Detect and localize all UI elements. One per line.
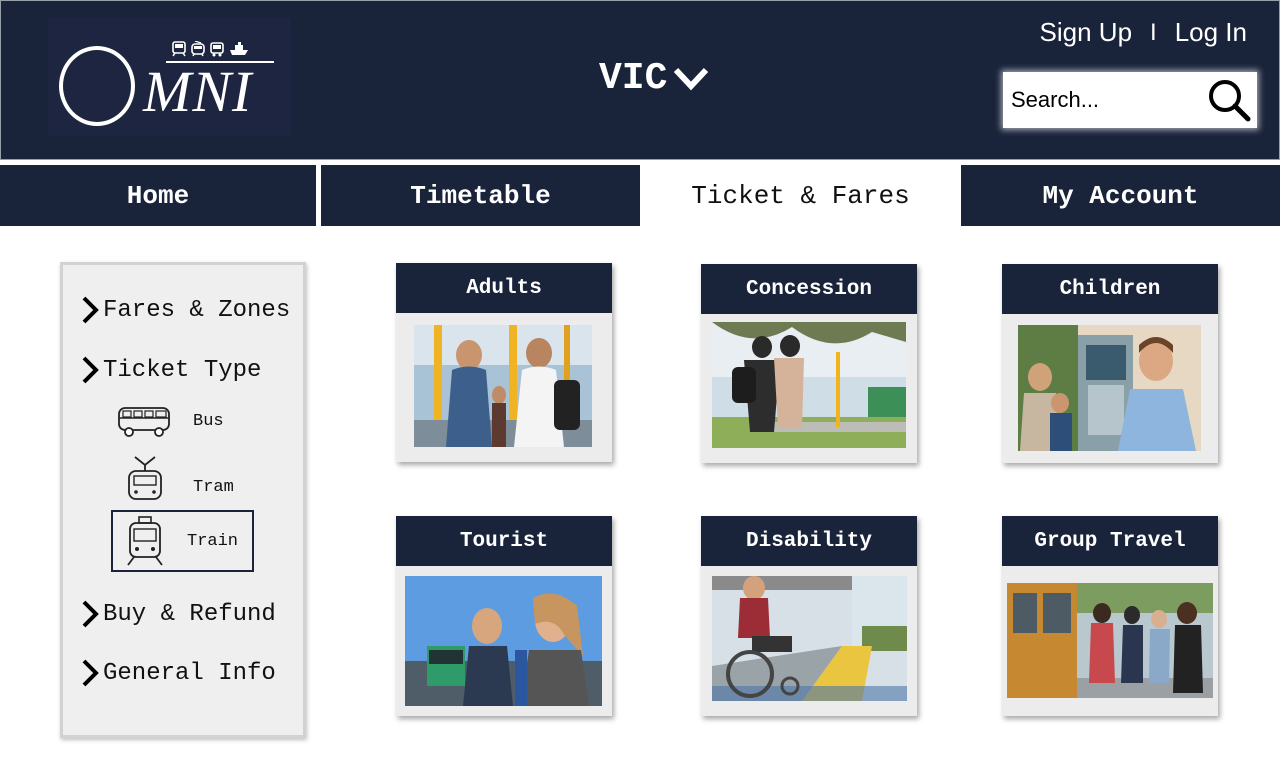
sidebar: Fares & Zones Ticket Type Bus Tram Train… (60, 262, 306, 738)
log-in-link[interactable]: Log In (1175, 17, 1247, 48)
chevron-right-icon (82, 296, 99, 324)
sidebar-item-general-info[interactable]: General Info (81, 658, 276, 688)
tourist-photo (405, 576, 602, 706)
fare-card-adults[interactable]: Adults (396, 263, 612, 462)
concession-photo (712, 322, 906, 448)
fare-card-group-travel[interactable]: Group Travel (1002, 516, 1218, 716)
train-icon (127, 516, 163, 566)
children-photo (1018, 325, 1201, 451)
main-nav: Home Timetable Ticket & Fares My Account (0, 165, 1280, 226)
bus-icon (118, 407, 170, 437)
adults-photo (414, 325, 592, 447)
sign-up-link[interactable]: Sign Up (1040, 17, 1133, 48)
tab-home[interactable]: Home (0, 165, 316, 226)
ticket-type-train[interactable]: Train (111, 510, 254, 572)
state-selector[interactable]: VIC (599, 57, 709, 100)
card-title: Adults (396, 263, 612, 313)
chevron-down-icon (674, 67, 709, 90)
group-travel-photo (1007, 583, 1213, 698)
chevron-right-icon (82, 600, 99, 628)
tram-icon (128, 456, 162, 500)
state-label: VIC (599, 57, 668, 100)
tab-ticket-fares[interactable]: Ticket & Fares (640, 165, 961, 226)
sidebar-item-label: Fares & Zones (103, 296, 291, 324)
disability-photo (712, 576, 907, 701)
fare-card-children[interactable]: Children (1002, 264, 1218, 463)
card-title: Group Travel (1002, 516, 1218, 566)
fare-card-disability[interactable]: Disability (701, 516, 917, 716)
sidebar-item-buy-refund[interactable]: Buy & Refund (81, 599, 276, 629)
card-title: Children (1002, 264, 1218, 314)
chevron-right-icon (82, 659, 99, 687)
omni-logo[interactable]: MNI (48, 18, 291, 136)
chevron-right-icon (82, 356, 99, 384)
auth-separator: I (1150, 18, 1157, 46)
logo-o-circle (59, 46, 135, 126)
search-input[interactable] (1003, 87, 1203, 113)
fare-card-concession[interactable]: Concession (701, 264, 917, 463)
tab-my-account[interactable]: My Account (961, 165, 1280, 226)
sidebar-item-ticket-type[interactable]: Ticket Type (81, 355, 261, 385)
search-icon[interactable] (1207, 78, 1251, 127)
site-header: MNI VIC Sign Up I Log In (0, 0, 1280, 160)
card-title: Tourist (396, 516, 612, 566)
ticket-type-bus[interactable]: Bus (117, 405, 224, 437)
sidebar-item-label: Ticket Type (103, 356, 262, 384)
sidebar-item-fares-zones[interactable]: Fares & Zones (81, 295, 290, 325)
sidebar-item-label: Buy & Refund (103, 600, 276, 628)
ticket-type-label: Train (187, 531, 239, 551)
ticket-type-tram[interactable]: Tram (125, 455, 234, 505)
ticket-type-label: Bus (193, 411, 224, 431)
card-title: Concession (701, 264, 917, 314)
search-box (1003, 72, 1257, 128)
ticket-type-label: Tram (193, 477, 234, 497)
card-title: Disability (701, 516, 917, 566)
sidebar-item-label: General Info (103, 659, 276, 687)
tab-timetable[interactable]: Timetable (321, 165, 640, 226)
logo-text: MNI (143, 59, 253, 124)
auth-links: Sign Up I Log In (1040, 17, 1247, 48)
fare-card-tourist[interactable]: Tourist (396, 516, 612, 716)
